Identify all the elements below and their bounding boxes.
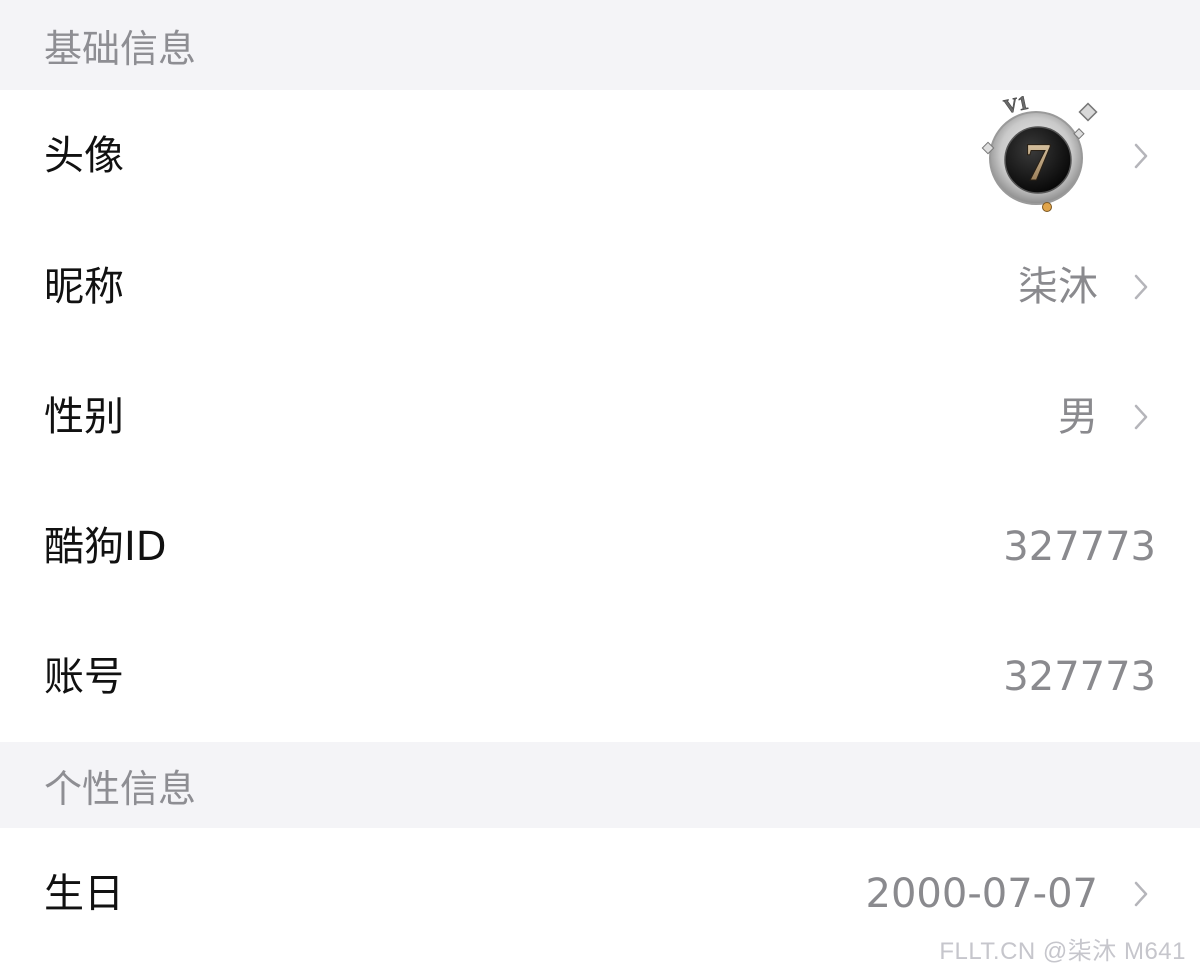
section-title-personal: 个性信息 [44,766,197,811]
kugou-id-value: 327773 [1003,524,1156,570]
birthday-label: 生日 [44,871,124,917]
chevron-right-icon [1126,136,1156,176]
account-value: 327773 [1003,654,1156,700]
account-label: 账号 [44,654,124,700]
nickname-label: 昵称 [44,264,124,310]
nickname-right: 柒沐 [1018,267,1156,307]
avatar[interactable]: V1 7 [978,96,1098,216]
section-header-personal: 个性信息 [0,742,1200,828]
chevron-right-icon [1126,267,1156,307]
gender-value: 男 [1058,394,1098,440]
watermark: FLLT.CN @柒沐 M641 [939,938,1186,965]
nickname-row[interactable]: 昵称 柒沐 [0,222,1200,352]
profile-page: 基础信息 头像 V1 7 昵称 柒沐 性别 男 酷狗ID 327773 账号 3… [0,0,1200,974]
avatar-label: 头像 [44,133,124,179]
section-header-basic: 基础信息 [0,0,1200,90]
nickname-value: 柒沐 [1018,264,1098,310]
account-right: 327773 [1003,657,1156,697]
kugou-id-right: 327773 [1003,527,1156,567]
birthday-right: 2000-07-07 [866,874,1156,914]
gender-row[interactable]: 性别 男 [0,352,1200,482]
gender-label: 性别 [44,394,124,440]
birthday-value: 2000-07-07 [865,871,1098,917]
chevron-right-icon [1126,397,1156,437]
section-title-basic: 基础信息 [44,26,197,71]
chevron-right-icon [1126,874,1156,914]
kugou-id-label: 酷狗ID [44,524,167,570]
account-row: 账号 327773 [0,612,1200,742]
gender-right: 男 [1058,397,1156,437]
kugou-id-row: 酷狗ID 327773 [0,482,1200,612]
avatar-row[interactable]: 头像 V1 7 [0,90,1200,222]
avatar-right: V1 7 [978,96,1156,216]
avatar-number-text: 7 [1025,132,1052,192]
